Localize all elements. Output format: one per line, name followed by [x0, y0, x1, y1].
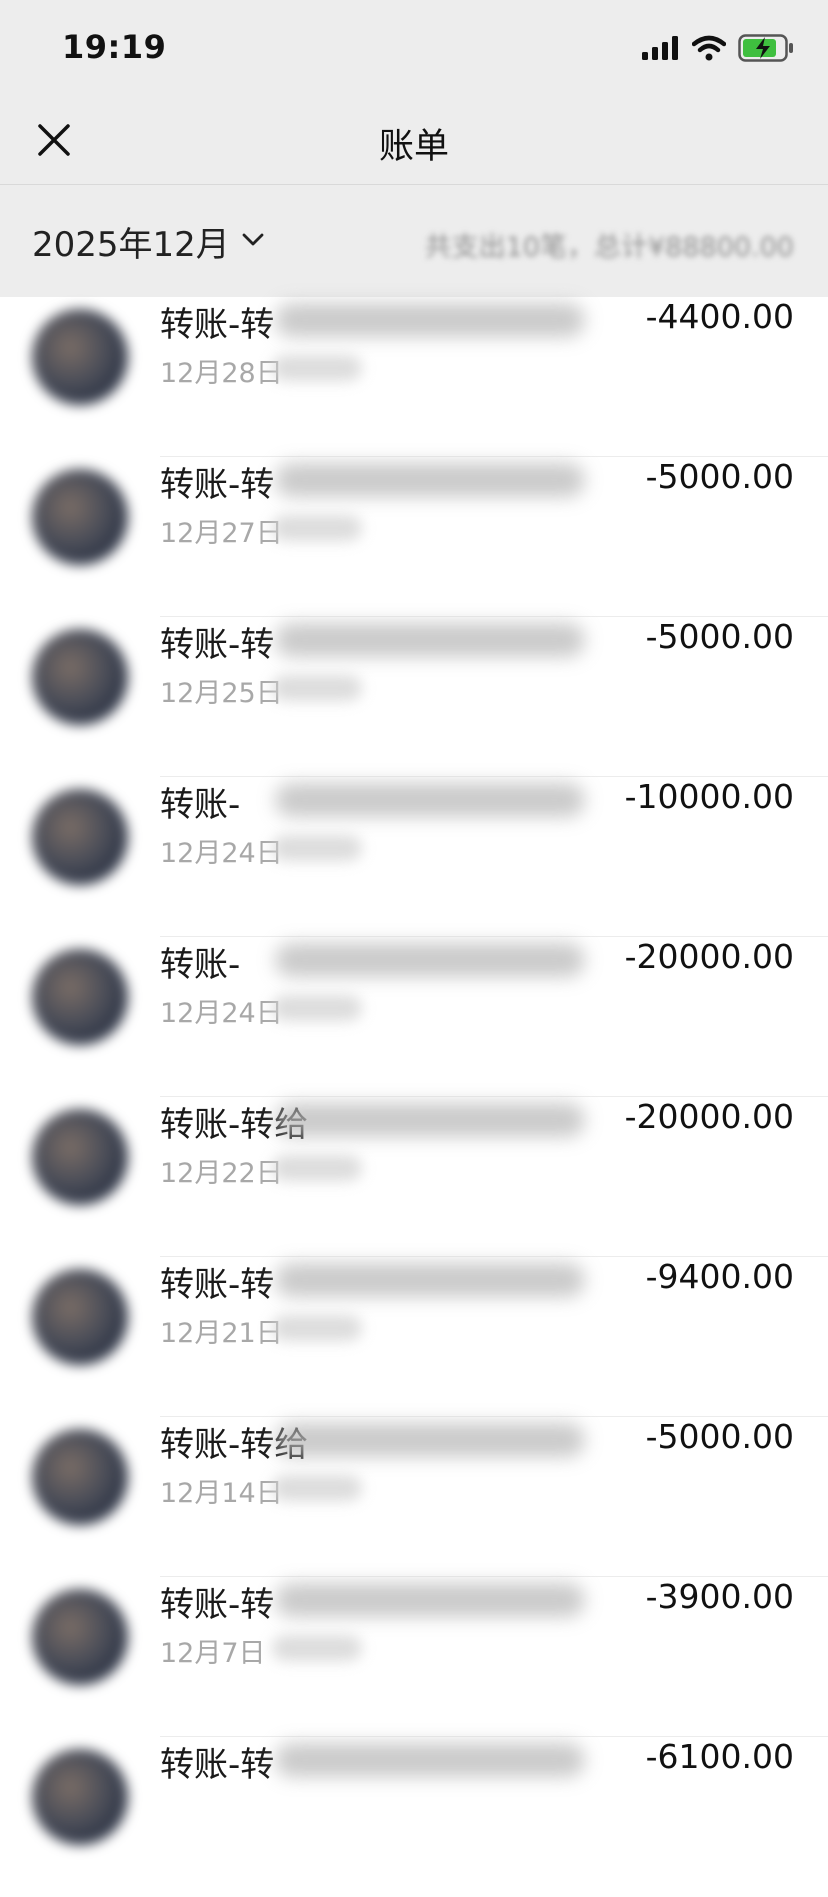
transaction-title: 转账-转: [160, 465, 275, 505]
redacted-time: [272, 675, 362, 701]
redacted-recipient: [275, 783, 585, 817]
month-selector[interactable]: 2025年12月: [32, 217, 264, 266]
transaction-amount: -9400.00: [645, 1257, 794, 1296]
transaction-row[interactable]: 转账-转 12月25日 -5000.00: [0, 617, 828, 777]
redacted-recipient: [275, 1423, 585, 1457]
redacted-recipient: [275, 1743, 585, 1777]
transaction-amount: -5000.00: [645, 1417, 794, 1456]
transaction-date: 12月22日: [160, 1158, 283, 1189]
redacted-time: [272, 1155, 362, 1181]
transaction-row[interactable]: 转账- 12月24日 -20000.00: [0, 937, 828, 1097]
redacted-time: [272, 515, 362, 541]
status-icons: [642, 34, 794, 66]
chevron-down-icon: [242, 232, 264, 251]
transaction-row[interactable]: 转账-转 12月7日 -3900.00: [0, 1577, 828, 1737]
transaction-row[interactable]: 转账-转给 12月22日 -20000.00: [0, 1097, 828, 1257]
transaction-title: 转账-转: [160, 625, 275, 665]
transaction-title: 转账-转: [160, 305, 275, 345]
avatar: [32, 469, 128, 565]
transaction-title: 转账-: [160, 785, 241, 825]
status-bar: 19:19: [0, 0, 828, 100]
transaction-date: 12月28日: [160, 358, 283, 389]
status-time: 19:19: [62, 28, 167, 66]
transaction-list: 转账-转 12月28日 -4400.00 转账-转 12月27日 -5000.0…: [0, 297, 828, 1897]
transaction-date: 12月24日: [160, 998, 283, 1029]
avatar: [32, 1269, 128, 1365]
transaction-date: 12月27日: [160, 518, 283, 549]
month-header: 2025年12月 共支出10笔，总计¥88800.00: [0, 185, 828, 297]
cellular-signal-icon: [642, 36, 680, 64]
transaction-title: 转账-转: [160, 1585, 275, 1625]
transaction-amount: -5000.00: [645, 617, 794, 656]
redacted-time: [272, 1315, 362, 1341]
transaction-row[interactable]: 转账- 12月24日 -10000.00: [0, 777, 828, 937]
avatar: [32, 1589, 128, 1685]
transaction-amount: -3900.00: [645, 1577, 794, 1616]
transaction-amount: -6100.00: [645, 1737, 794, 1776]
redacted-recipient: [275, 623, 585, 657]
battery-charging-icon: [738, 34, 794, 66]
avatar: [32, 1109, 128, 1205]
redacted-recipient: [275, 303, 585, 337]
transaction-amount: -5000.00: [645, 457, 794, 496]
avatar: [32, 789, 128, 885]
avatar: [32, 949, 128, 1045]
avatar: [32, 309, 128, 405]
transaction-amount: -20000.00: [624, 1097, 794, 1136]
transaction-title: 转账-转: [160, 1745, 275, 1785]
transaction-amount: -4400.00: [645, 297, 794, 336]
transaction-date: 12月14日: [160, 1478, 283, 1509]
transaction-amount: -10000.00: [624, 777, 794, 816]
transaction-row[interactable]: 转账-转给 12月14日 -5000.00: [0, 1417, 828, 1577]
transaction-row[interactable]: 转账-转 12月21日 -9400.00: [0, 1257, 828, 1417]
transaction-date: 12月24日: [160, 838, 283, 869]
avatar: [32, 629, 128, 725]
redacted-time: [272, 1635, 362, 1661]
redacted-recipient: [275, 463, 585, 497]
avatar: [32, 1429, 128, 1525]
redacted-recipient: [275, 1263, 585, 1297]
redacted-time: [272, 835, 362, 861]
nav-bar: 账单: [0, 100, 828, 185]
transaction-date: 12月7日: [160, 1638, 266, 1669]
month-label: 2025年12月: [32, 225, 230, 265]
month-summary: 共支出10笔，总计¥88800.00: [424, 232, 794, 263]
redacted-time: [272, 1475, 362, 1501]
redacted-time: [272, 355, 362, 381]
transaction-date: 12月21日: [160, 1318, 283, 1349]
transaction-title: 转账-: [160, 945, 241, 985]
wifi-icon: [691, 35, 727, 65]
transaction-amount: -20000.00: [624, 937, 794, 976]
redacted-recipient: [275, 1103, 585, 1137]
transaction-row[interactable]: 转账-转 12月27日 -5000.00: [0, 457, 828, 617]
redacted-time: [272, 995, 362, 1021]
transaction-row[interactable]: 转账-转 12月28日 -4400.00: [0, 297, 828, 457]
transaction-title: 转账-转: [160, 1265, 275, 1305]
page-title: 账单: [378, 127, 449, 167]
transaction-row[interactable]: 转账-转 -6100.00: [0, 1737, 828, 1897]
transaction-date: 12月25日: [160, 678, 283, 709]
avatar: [32, 1749, 128, 1845]
redacted-recipient: [275, 943, 585, 977]
redacted-recipient: [275, 1583, 585, 1617]
